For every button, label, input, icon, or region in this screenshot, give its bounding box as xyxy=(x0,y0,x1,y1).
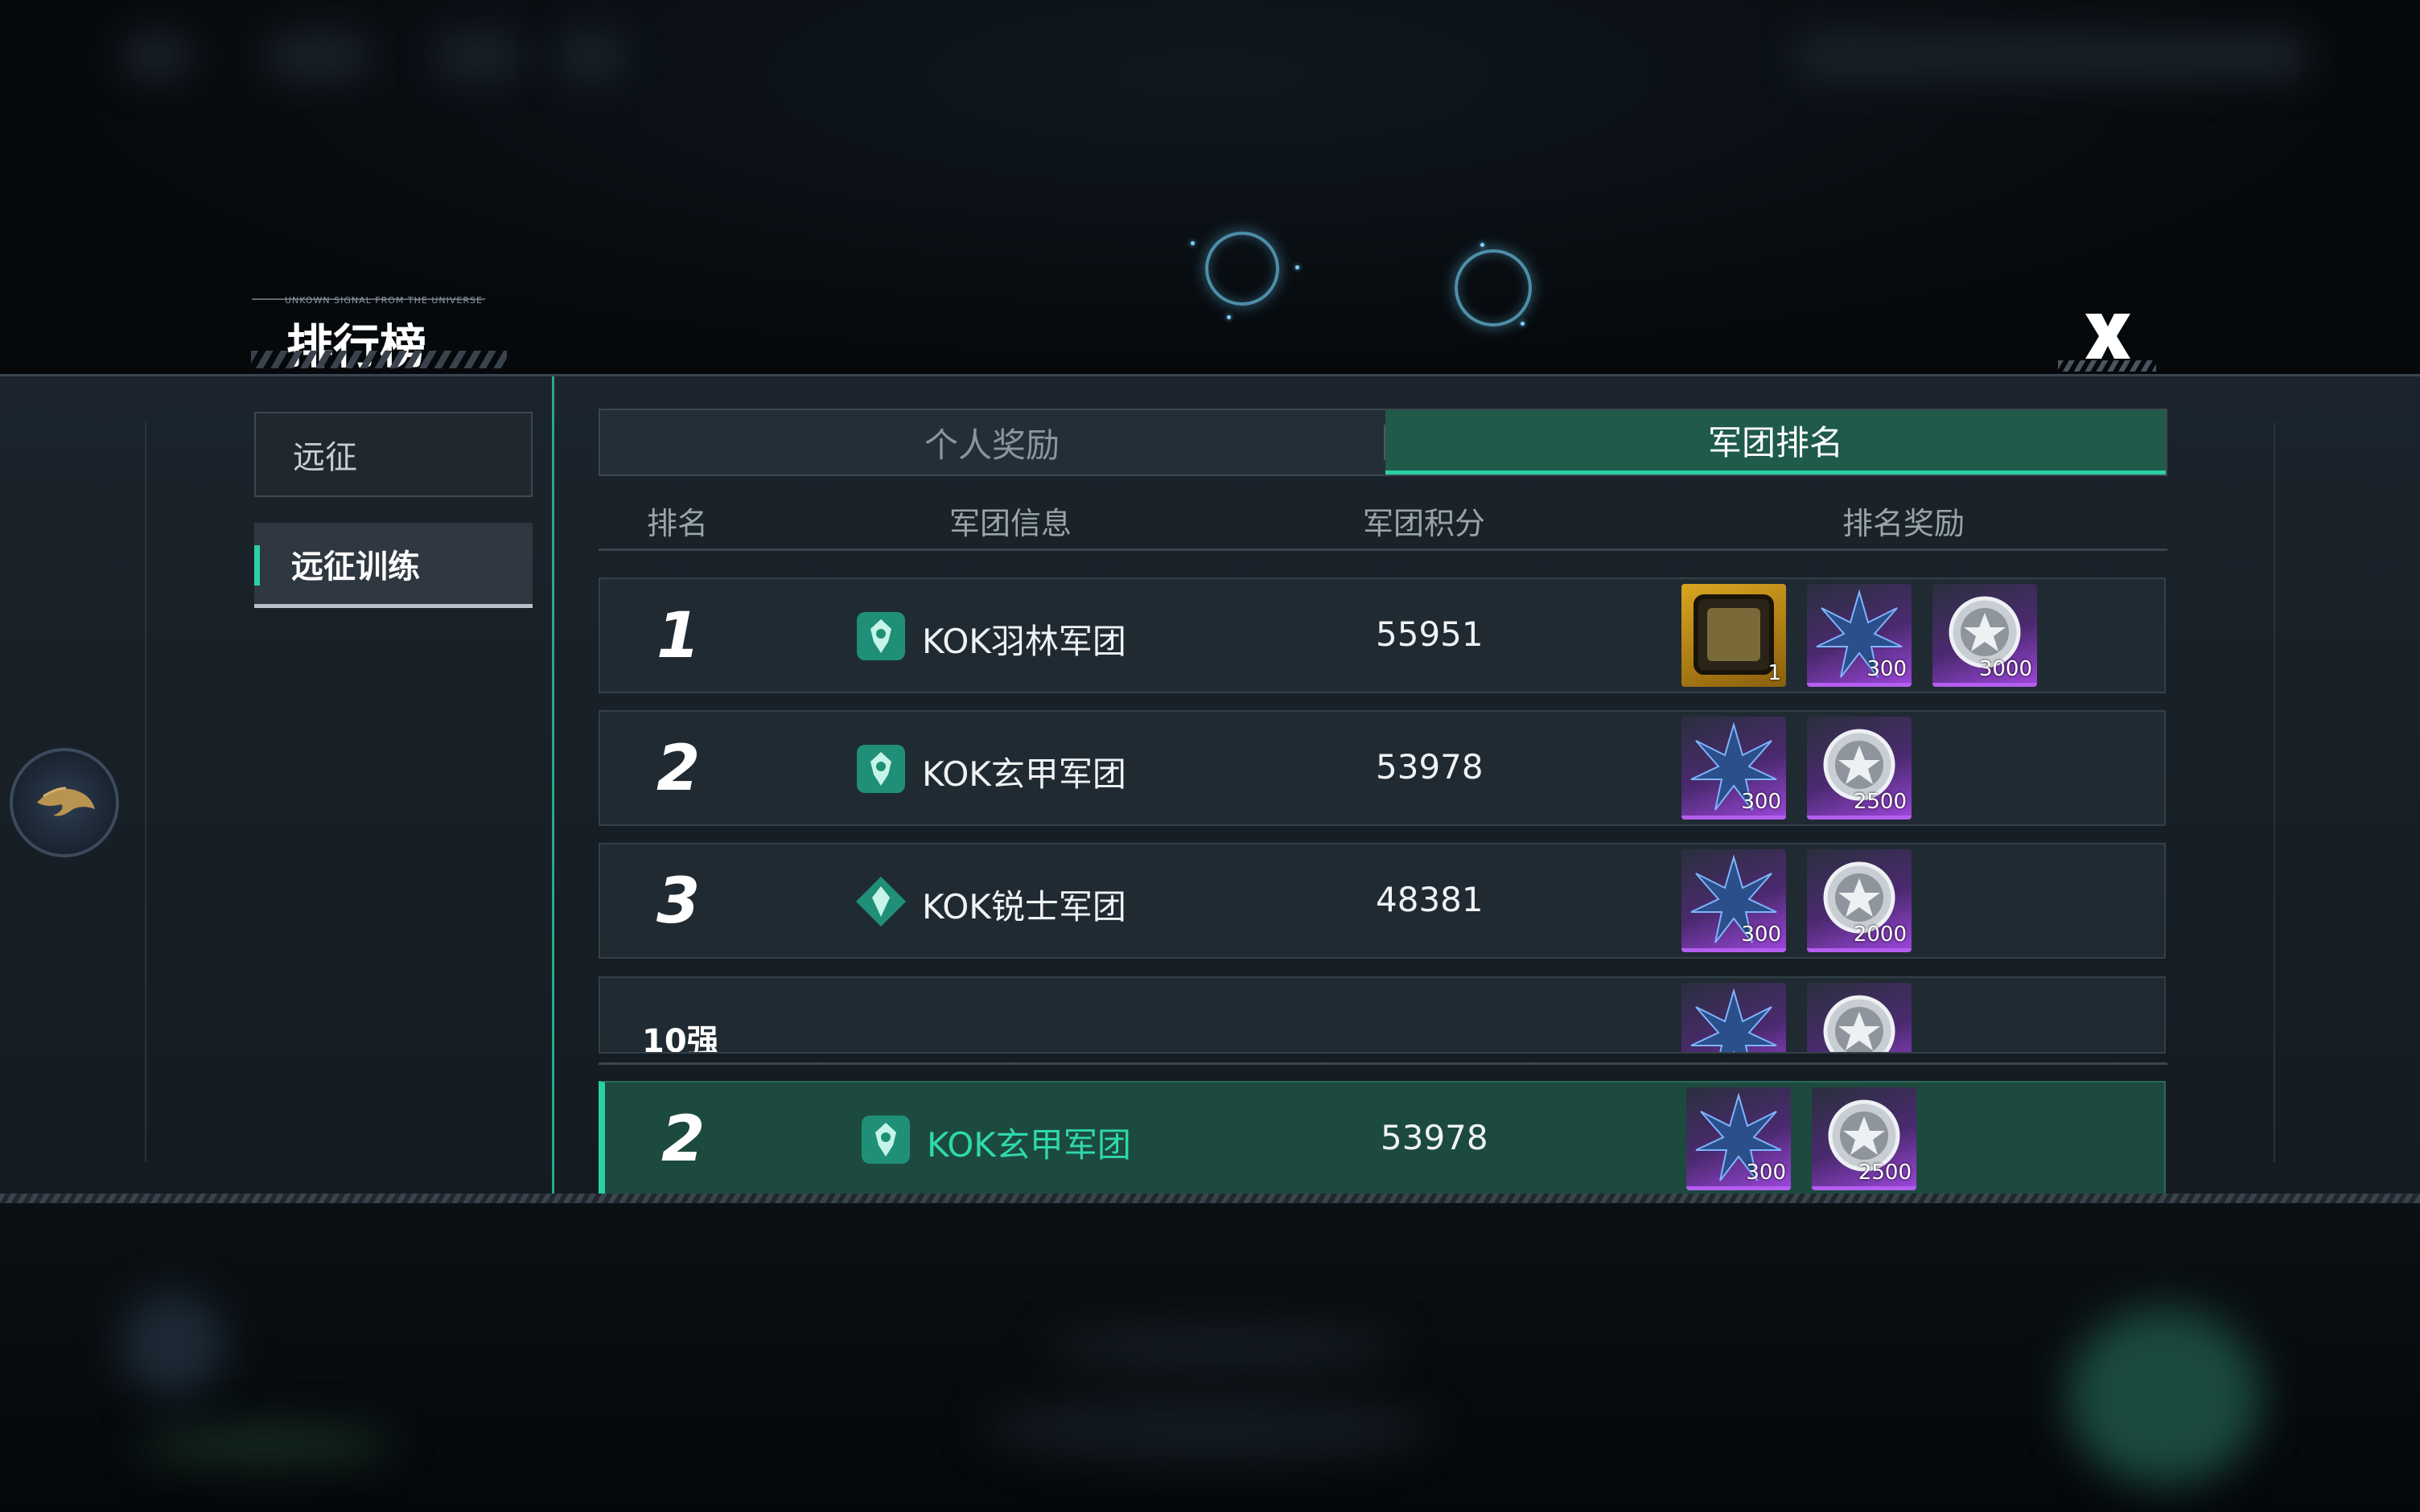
reward-quantity: 2000 xyxy=(1853,922,1907,947)
rank-number: 10强 xyxy=(642,1023,719,1054)
sidebar-item-label: 远征 xyxy=(293,439,357,476)
reward-quantity: 300 xyxy=(1866,657,1907,681)
content-border xyxy=(552,376,554,1197)
close-icon xyxy=(2085,314,2130,359)
crystal-icon xyxy=(1690,988,1777,1052)
column-header-legion-info: 军团信息 xyxy=(949,506,1072,541)
legion-score: 53978 xyxy=(1381,1118,1488,1157)
rank-number: 3 xyxy=(656,865,701,938)
reward-quantity: 300 xyxy=(1741,922,1781,947)
column-header-rank-rewards: 排名奖励 xyxy=(1842,506,1965,541)
reward-item[interactable] xyxy=(1807,983,1912,1052)
legion-score: 53978 xyxy=(1376,747,1484,787)
header-tagline: UNKOWN SIGNAL FROM THE UNIVERSE xyxy=(285,295,483,306)
blurred-background-bottom xyxy=(0,1203,2420,1512)
phoenix-icon xyxy=(37,787,95,816)
legion-badge-icon xyxy=(856,877,906,927)
column-header-legion-score: 军团积分 xyxy=(1363,506,1486,541)
table-row[interactable]: 3 KOK锐士军团 48381 300 2000 xyxy=(599,843,2166,959)
table-row[interactable]: 2 KOK玄甲军团 53978 300 2500 xyxy=(599,710,2166,826)
legion-name: KOK玄甲军团 xyxy=(922,754,1126,794)
legion-name: KOK玄甲军团 xyxy=(927,1125,1131,1165)
reward-item[interactable]: 300 xyxy=(1686,1087,1791,1190)
legion-name: KOK锐士军团 xyxy=(922,887,1126,927)
reward-quantity: 2500 xyxy=(1853,790,1907,814)
sidebar-item-expedition-training[interactable]: 远征训练 xyxy=(254,523,533,608)
tab-label: 个人奖励 xyxy=(924,425,1060,465)
legion-badge-icon xyxy=(862,1116,910,1164)
bubble-effect xyxy=(1205,232,1279,306)
reward-item[interactable]: 1 xyxy=(1681,584,1786,687)
legion-emblem-button[interactable] xyxy=(10,748,119,857)
tab-label: 军团排名 xyxy=(1707,423,1843,462)
legion-score: 48381 xyxy=(1376,880,1484,919)
rank-number: 2 xyxy=(656,733,701,805)
reward-quantity: 1 xyxy=(1768,661,1781,685)
reward-item[interactable]: 300 xyxy=(1807,584,1912,687)
sidebar-item-expedition[interactable]: 远征 xyxy=(254,412,533,497)
column-header-rank: 排名 xyxy=(647,506,709,541)
ranking-tabbar: 个人奖励 军团排名 xyxy=(599,409,2167,476)
my-legion-row[interactable]: 2 KOK玄甲军团 53978 300 2500 xyxy=(599,1081,2166,1197)
reward-quantity: 3000 xyxy=(1978,657,2032,681)
rank-number: 1 xyxy=(656,600,701,672)
legion-badge-icon xyxy=(857,612,905,660)
reward-item[interactable] xyxy=(1681,983,1786,1052)
table-row[interactable]: 1 KOK羽林军团 55951 1 300 3000 xyxy=(599,577,2166,693)
legion-name: KOK羽林军团 xyxy=(922,622,1126,661)
tab-personal-rewards[interactable]: 个人奖励 xyxy=(600,410,1384,475)
tab-legion-ranking[interactable]: 军团排名 xyxy=(1385,410,2166,475)
legion-badge-icon xyxy=(857,745,905,793)
header-stripes xyxy=(251,351,507,368)
reward-quantity: 2500 xyxy=(1858,1161,1912,1185)
reward-item[interactable]: 2500 xyxy=(1812,1087,1916,1190)
legion-score: 55951 xyxy=(1376,614,1484,654)
reward-item[interactable]: 3000 xyxy=(1932,584,2037,687)
reward-quantity: 300 xyxy=(1741,790,1781,814)
bubble-effect xyxy=(1455,249,1532,327)
silver-coin-icon xyxy=(1823,995,1895,1052)
rank-number: 2 xyxy=(661,1103,706,1176)
sidebar-item-label: 远征训练 xyxy=(291,548,420,585)
reward-item[interactable]: 2500 xyxy=(1807,717,1912,820)
reward-quantity: 300 xyxy=(1746,1161,1786,1185)
close-stripes xyxy=(2058,360,2156,372)
reward-item[interactable]: 2000 xyxy=(1807,849,1912,952)
table-row[interactable]: 10强 xyxy=(599,976,2166,1054)
reward-item[interactable]: 300 xyxy=(1681,849,1786,952)
reward-item[interactable]: 300 xyxy=(1681,717,1786,820)
